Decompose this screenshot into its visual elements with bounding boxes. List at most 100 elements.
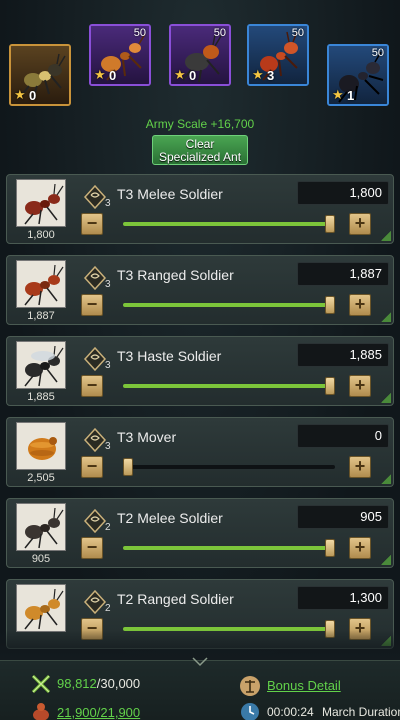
tier-shield-icon [83,184,107,210]
march-duration-label: March Duration [322,705,400,719]
star-icon: ★ [14,87,26,102]
row-corner-ornament [381,231,391,241]
troop-quantity-input[interactable]: 1,800 [297,181,389,205]
ant-unit-icon [24,507,64,549]
tier-number: 3 [105,198,111,209]
minus-icon: − [86,537,98,557]
decrease-button[interactable]: − [81,375,103,397]
available-count: 1,800 [27,229,55,241]
increase-button[interactable]: + [349,294,371,316]
tier-number: 3 [105,360,111,371]
troop-name: T3 Ranged Soldier [117,267,234,283]
increase-button[interactable]: + [349,213,371,235]
available-count: 905 [31,553,51,565]
clear-specialized-ant-button[interactable]: Clear Specialized Ant [152,135,248,165]
power-current: 98,812 [57,676,97,691]
ant-unit-icon [24,264,64,306]
minus-icon: − [86,375,98,395]
specialized-ant-slot-2[interactable]: 50 ★ 0 [89,24,151,86]
troop-quantity-input[interactable]: 1,887 [297,262,389,286]
quantity-slider[interactable] [123,377,335,395]
crossed-swords-icon [31,674,51,694]
troop-quantity-input[interactable]: 0 [297,424,389,448]
plus-icon: + [354,213,366,233]
tier-badge [83,184,107,210]
troop-portrait [16,422,66,470]
slot-count: 1 [347,88,355,103]
army-scale-text: Army Scale +16,700 [145,117,255,131]
troop-row: 2,505 3 T3 Mover 0 − + [6,417,394,487]
available-count: 1,887 [27,310,55,322]
slot-level: 50 [291,27,304,39]
decrease-button[interactable]: − [81,294,103,316]
row-corner-ornament [381,312,391,322]
troop-row: 1,885 3 T3 Haste Soldier 1,885 − + [6,336,394,406]
ant-unit-icon [24,588,64,630]
tier-badge [83,589,107,615]
quantity-slider[interactable] [123,539,335,557]
slot-count: 3 [267,68,275,83]
row-corner-ornament [381,474,391,484]
plus-icon: + [354,375,366,395]
power-stat: 98,812/30,000 [57,676,140,691]
slider-thumb[interactable] [325,539,335,557]
troops-icon [33,703,49,720]
slider-thumb[interactable] [325,296,335,314]
slot-count: 0 [29,88,37,103]
tier-badge [83,508,107,534]
chevron-down-icon[interactable] [192,657,208,667]
slot-count: 0 [189,68,197,83]
troop-name: T2 Melee Soldier [117,510,223,526]
march-time: 00:00:24 [267,705,314,719]
troop-name: T3 Haste Soldier [117,348,222,364]
ant-unit-icon [24,345,64,387]
decrease-button[interactable]: − [81,213,103,235]
slider-thumb[interactable] [325,215,335,233]
tier-badge [83,346,107,372]
specialized-ant-slot-4[interactable]: 50 ★ 3 [247,24,309,86]
quantity-slider[interactable] [123,215,335,233]
tier-number: 2 [105,522,111,533]
troop-row: 1,887 3 T3 Ranged Soldier 1,887 − + [6,255,394,325]
slider-fill [123,546,335,550]
bonus-detail-link[interactable]: Bonus Detail [267,678,341,693]
slider-thumb[interactable] [325,377,335,395]
increase-button[interactable]: + [349,456,371,478]
ant-unit-icon [28,437,57,460]
troop-quantity-input[interactable]: 1,885 [297,343,389,367]
specialized-ant-slot-3[interactable]: 50 ★ 0 [169,24,231,86]
star-icon: ★ [94,67,106,82]
slot-level: 50 [371,47,384,59]
increase-button[interactable]: + [349,537,371,559]
slider-thumb[interactable] [123,458,133,476]
troop-capacity-link[interactable]: 21,900/21,900 [57,705,140,720]
clear-button-line2: Specialized Ant [158,150,242,164]
quantity-slider[interactable] [123,458,335,476]
troop-quantity-input[interactable]: 1,300 [297,586,389,610]
specialized-ant-slot-1[interactable]: ★ 0 [9,44,71,106]
troop-row: 1,800 3 T3 Melee Soldier 1,800 − + [6,174,394,244]
quantity-slider[interactable] [123,296,335,314]
star-icon: ★ [252,67,264,82]
available-count: 2,505 [27,472,55,484]
plus-icon: + [354,294,366,314]
tier-badge [83,427,107,453]
troop-portrait [16,503,66,551]
troop-quantity-input[interactable]: 905 [297,505,389,529]
specialized-ant-slot-5[interactable]: 50 ★ 1 [327,44,389,106]
increase-button[interactable]: + [349,375,371,397]
star-icon: ★ [174,67,186,82]
tier-number: 3 [105,441,111,452]
minus-icon: − [86,294,98,314]
bottom-summary-panel: 98,812/30,000 21,900/21,900 Bonus Detail… [0,657,400,720]
plus-icon: + [354,537,366,557]
slider-fill [123,384,335,388]
troop-portrait [16,179,66,227]
decrease-button[interactable]: − [81,537,103,559]
row-corner-ornament [381,555,391,565]
troop-name: T3 Mover [117,429,177,445]
list-fade [0,630,400,660]
decrease-button[interactable]: − [81,456,103,478]
troop-portrait [16,260,66,308]
march-duration-icon [241,703,259,720]
